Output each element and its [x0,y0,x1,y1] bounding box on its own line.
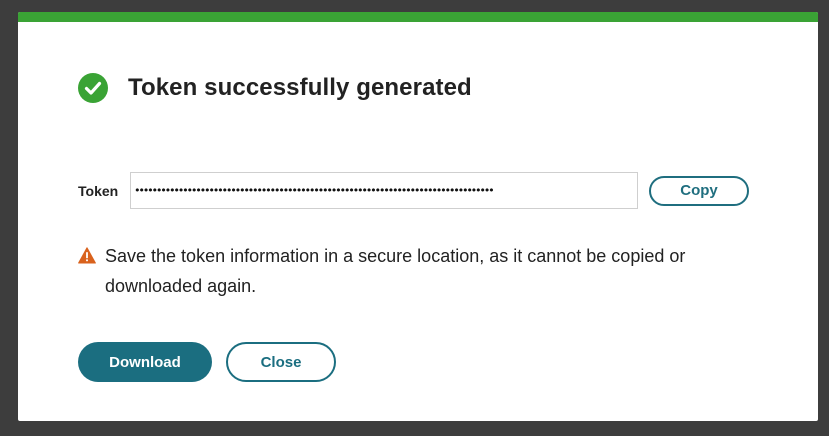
token-label: Token [78,182,119,199]
warning-triangle-icon [78,247,96,264]
close-button[interactable]: Close [226,342,336,382]
download-button[interactable]: Download [78,342,212,382]
dialog-title: Token successfully generated [128,74,472,101]
token-field[interactable] [130,172,638,209]
check-circle-icon [78,73,108,103]
dialog-actions: Download Close [78,342,336,382]
token-dialog: Token successfully generated Token Copy … [18,12,818,421]
copy-button[interactable]: Copy [649,175,749,206]
dialog-header: Token successfully generated [78,73,472,103]
dialog-accent-bar [18,12,818,22]
token-row: Token Copy [78,172,749,209]
warning-text: Save the token information in a secure l… [105,246,686,296]
warning-message: Save the token information in a secure l… [78,245,738,301]
